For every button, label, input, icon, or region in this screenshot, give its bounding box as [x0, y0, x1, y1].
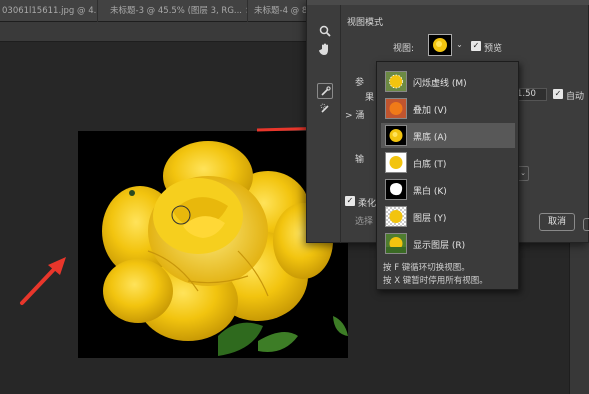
view-mode-menu: 闪烁虚线 (M) 叠加 (V) 黑底 (A) 白底 (T) 黑白 (K) 图层 …	[376, 61, 519, 290]
row-label-1: 果	[365, 93, 375, 103]
document-tab-3-label: 未标题-4 @ 8	[254, 6, 306, 16]
document-tab-3[interactable]: 未标题-4 @ 8	[252, 0, 306, 22]
auto-label: 自动	[566, 92, 585, 102]
menu-item-label: 闪烁虚线 (M)	[413, 79, 467, 89]
menu-item-label: 显示图层 (R)	[413, 241, 466, 251]
red-arrow-annotation-icon	[20, 257, 66, 305]
view-mode-thumbnail[interactable]	[428, 34, 452, 56]
document-tab-2[interactable]: 未标题-3 @ 45.5% (图层 3, RG...×	[108, 0, 248, 22]
menu-item-label: 黑白 (K)	[413, 187, 447, 197]
tool-column	[307, 5, 341, 243]
ok-button-edge[interactable]	[583, 218, 589, 231]
preview-label: 预览	[484, 44, 503, 54]
quick-selection-tool-icon[interactable]	[317, 83, 333, 99]
preview-checkbox[interactable]: ✓	[471, 41, 481, 51]
output-section-label: 输	[355, 155, 365, 165]
cancel-button[interactable]: 取消	[539, 213, 575, 231]
document-tab-2-label: 未标题-3 @ 45.5% (图层 3, RG...	[110, 6, 243, 16]
chevron-down-icon[interactable]: ⌄	[454, 38, 465, 51]
document-tab-1-label: 03061l15611.jpg @ 4...	[2, 6, 98, 16]
disable-view-hint: 按 X 键暂时停用所有视图。	[383, 276, 488, 286]
document-tab-1[interactable]: 03061l15611.jpg @ 4...×	[0, 0, 98, 22]
close-icon[interactable]: ×	[245, 6, 247, 16]
menu-item-on-black[interactable]: 黑底 (A)	[381, 123, 515, 148]
reveal-layer-thumb-icon	[385, 233, 407, 254]
on-layers-thumb-icon	[385, 206, 407, 227]
select-label[interactable]: 选择	[355, 214, 373, 227]
menu-item-marching-ants[interactable]: 闪烁虚线 (M)	[381, 69, 515, 94]
menu-item-label: 叠加 (V)	[413, 106, 448, 116]
menu-item-label: 图层 (Y)	[413, 214, 447, 224]
params-section-label: 参	[355, 78, 365, 88]
soften-checkbox[interactable]: ✓	[345, 196, 355, 206]
view-mode-section-label: 视图模式	[347, 18, 384, 28]
view-label: 视图:	[393, 44, 415, 54]
on-black-thumb-icon	[385, 125, 407, 146]
menu-item-black-white[interactable]: 黑白 (K)	[381, 177, 515, 202]
dialog-titlebar[interactable]	[307, 0, 589, 5]
cycle-view-hint: 按 F 键循环切换视图。	[383, 263, 470, 273]
black-white-thumb-icon	[385, 179, 407, 200]
menu-item-label: 白底 (T)	[413, 160, 447, 170]
overlay-thumb-icon	[385, 98, 407, 119]
auto-checkbox[interactable]: ✓	[553, 89, 563, 99]
menu-item-reveal-layer[interactable]: 显示图层 (R)	[381, 231, 515, 256]
menu-item-on-layers[interactable]: 图层 (Y)	[381, 204, 515, 229]
refine-edge-brush-icon[interactable]	[317, 100, 333, 116]
hand-tool-icon[interactable]	[317, 41, 333, 57]
menu-item-on-white[interactable]: 白底 (T)	[381, 150, 515, 175]
menu-item-overlay[interactable]: 叠加 (V)	[381, 96, 515, 121]
soften-label: 柔化	[358, 199, 377, 209]
menu-item-label: 黑底 (A)	[413, 133, 448, 143]
on-white-thumb-icon	[385, 152, 407, 173]
marching-ants-thumb-icon	[385, 71, 407, 92]
row-label-2[interactable]: > 涌	[345, 108, 364, 121]
zoom-tool-icon[interactable]	[317, 23, 333, 39]
